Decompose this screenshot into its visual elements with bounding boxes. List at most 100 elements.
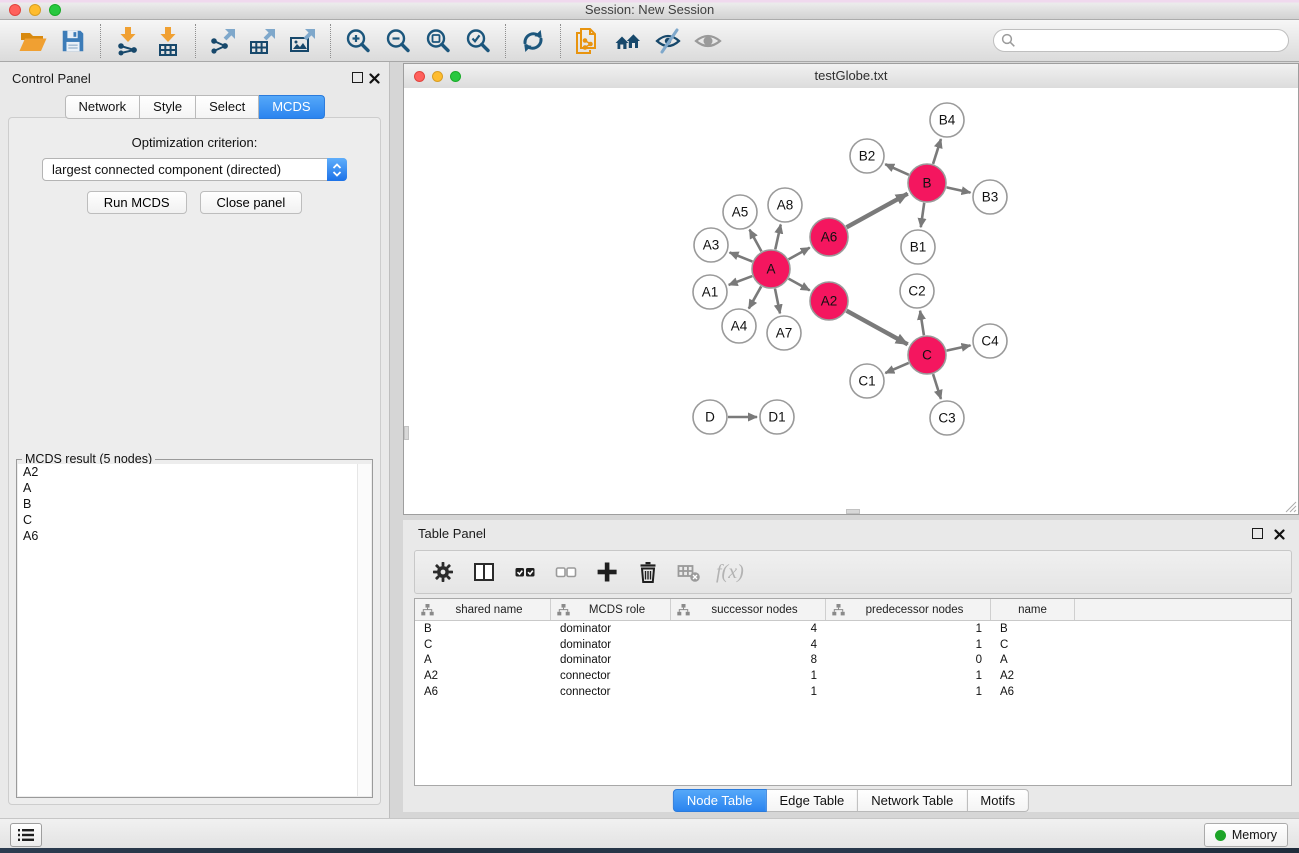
network-canvas[interactable]: B4B2BB3A5A8A6B1A3AA1C2A2A4A7C4CC1C3DD1	[404, 88, 1298, 514]
result-item[interactable]: A6	[18, 528, 371, 544]
result-item[interactable]: A	[18, 480, 371, 496]
tab-select[interactable]: Select	[196, 95, 259, 119]
graph-edge-A-A7[interactable]	[775, 289, 780, 314]
search-input[interactable]	[993, 29, 1289, 52]
minimize-window-button[interactable]	[29, 4, 41, 16]
graph-node-A[interactable]: A	[752, 250, 790, 288]
graph-edge-A-A8[interactable]	[775, 225, 780, 250]
graph-node-B4[interactable]: B4	[930, 103, 964, 137]
column-header-successor-nodes[interactable]: successor nodes	[671, 599, 826, 620]
graph-edge-B-B3[interactable]	[947, 187, 971, 192]
graph-node-A3[interactable]: A3	[694, 228, 728, 262]
table-row[interactable]: Adominator80A	[415, 653, 1291, 669]
select-all-button[interactable]	[511, 558, 539, 586]
graph-node-C2[interactable]: C2	[900, 274, 934, 308]
tab-edge-table[interactable]: Edge Table	[766, 789, 858, 812]
network-minimize-button[interactable]	[432, 71, 443, 82]
refresh-button[interactable]	[517, 25, 549, 57]
export-table-button[interactable]	[247, 25, 279, 57]
delete-table-button[interactable]	[675, 558, 703, 586]
criterion-select[interactable]: largest connected component (directed)	[42, 158, 347, 181]
graph-node-A7[interactable]: A7	[767, 316, 801, 350]
resize-grip-icon[interactable]	[1283, 499, 1297, 513]
graph-node-A6[interactable]: A6	[810, 218, 848, 256]
graph-edge-A-A2[interactable]	[789, 279, 810, 291]
graph-edge-A-A6[interactable]	[789, 248, 810, 260]
deselect-all-button[interactable]	[552, 558, 580, 586]
close-panel-icon[interactable]	[369, 71, 380, 89]
tab-motifs[interactable]: Motifs	[967, 789, 1029, 812]
delete-row-button[interactable]	[634, 558, 662, 586]
graph-node-A1[interactable]: A1	[693, 275, 727, 309]
save-session-button[interactable]	[57, 25, 89, 57]
graph-node-D[interactable]: D	[693, 400, 727, 434]
graph-edge-C-C4[interactable]	[947, 345, 971, 350]
import-table-button[interactable]	[152, 25, 184, 57]
result-item[interactable]: B	[18, 496, 371, 512]
add-row-button[interactable]	[593, 558, 621, 586]
graph-node-A8[interactable]: A8	[768, 188, 802, 222]
graph-node-A5[interactable]: A5	[723, 195, 757, 229]
graph-node-C4[interactable]: C4	[973, 324, 1007, 358]
memory-button[interactable]: Memory	[1204, 823, 1288, 847]
graph-node-A4[interactable]: A4	[722, 309, 756, 343]
column-header-mcds-role[interactable]: MCDS role	[551, 599, 671, 620]
open-session-button[interactable]	[17, 25, 49, 57]
result-item[interactable]: A2	[18, 464, 371, 480]
graph-node-C3[interactable]: C3	[930, 401, 964, 435]
graph-node-C[interactable]: C	[908, 336, 946, 374]
graph-node-B[interactable]: B	[908, 164, 946, 202]
column-header-predecessor-nodes[interactable]: predecessor nodes	[826, 599, 991, 620]
table-row[interactable]: A6connector11A6	[415, 684, 1291, 700]
table-close-icon[interactable]	[1274, 527, 1285, 545]
close-window-button[interactable]	[9, 4, 21, 16]
graph-edge-A-A5[interactable]	[750, 230, 762, 252]
export-network-button[interactable]	[207, 25, 239, 57]
network-maximize-button[interactable]	[450, 71, 461, 82]
scrollbar-stub-vertical[interactable]	[404, 426, 409, 440]
import-network-button[interactable]	[112, 25, 144, 57]
graph-node-A2[interactable]: A2	[810, 282, 848, 320]
show-hide-details-button[interactable]	[692, 25, 724, 57]
result-scrollbar[interactable]	[357, 464, 371, 796]
graph-node-B3[interactable]: B3	[973, 180, 1007, 214]
graph-edge-B-B4[interactable]	[933, 139, 941, 164]
graph-node-D1[interactable]: D1	[760, 400, 794, 434]
zoom-fit-button[interactable]	[422, 25, 454, 57]
task-history-button[interactable]	[10, 823, 42, 847]
copy-network-button[interactable]	[572, 25, 604, 57]
tab-node-table[interactable]: Node Table	[673, 789, 767, 812]
column-header-name[interactable]: name	[991, 599, 1075, 620]
zoom-selected-button[interactable]	[462, 25, 494, 57]
tab-mcds[interactable]: MCDS	[259, 95, 324, 119]
graph-edge-B-B1[interactable]	[921, 203, 924, 227]
graph-edge-A-A4[interactable]	[749, 286, 761, 308]
graph-edge-B-B2[interactable]	[885, 164, 909, 175]
column-header-shared-name[interactable]: shared name	[415, 599, 551, 620]
graph-edge-C-C2[interactable]	[920, 311, 924, 335]
tab-network[interactable]: Network	[64, 95, 140, 119]
graph-edge-A6-B[interactable]	[847, 194, 908, 228]
result-item[interactable]: C	[18, 512, 371, 528]
network-close-button[interactable]	[414, 71, 425, 82]
tab-network-table[interactable]: Network Table	[858, 789, 967, 812]
zoom-out-button[interactable]	[382, 25, 414, 57]
run-mcds-button[interactable]: Run MCDS	[87, 191, 187, 214]
export-image-button[interactable]	[287, 25, 319, 57]
split-view-button[interactable]	[470, 558, 498, 586]
float-panel-icon[interactable]	[352, 72, 363, 83]
table-row[interactable]: Bdominator41B	[415, 621, 1291, 637]
graph-edge-C-C3[interactable]	[933, 374, 941, 399]
table-settings-button[interactable]	[429, 558, 457, 586]
table-row[interactable]: Cdominator41C	[415, 637, 1291, 653]
graph-edge-A-A1[interactable]	[729, 276, 753, 285]
graph-node-B2[interactable]: B2	[850, 139, 884, 173]
hide-graphics-details-button[interactable]	[652, 25, 684, 57]
tab-style[interactable]: Style	[140, 95, 196, 119]
graph-edge-A-A3[interactable]	[730, 252, 753, 261]
home-button[interactable]	[612, 25, 644, 57]
function-builder-button[interactable]: f(x)	[716, 558, 744, 586]
graph-node-B1[interactable]: B1	[901, 230, 935, 264]
graph-edge-C-C1[interactable]	[885, 363, 908, 373]
close-panel-button[interactable]: Close panel	[200, 191, 303, 214]
